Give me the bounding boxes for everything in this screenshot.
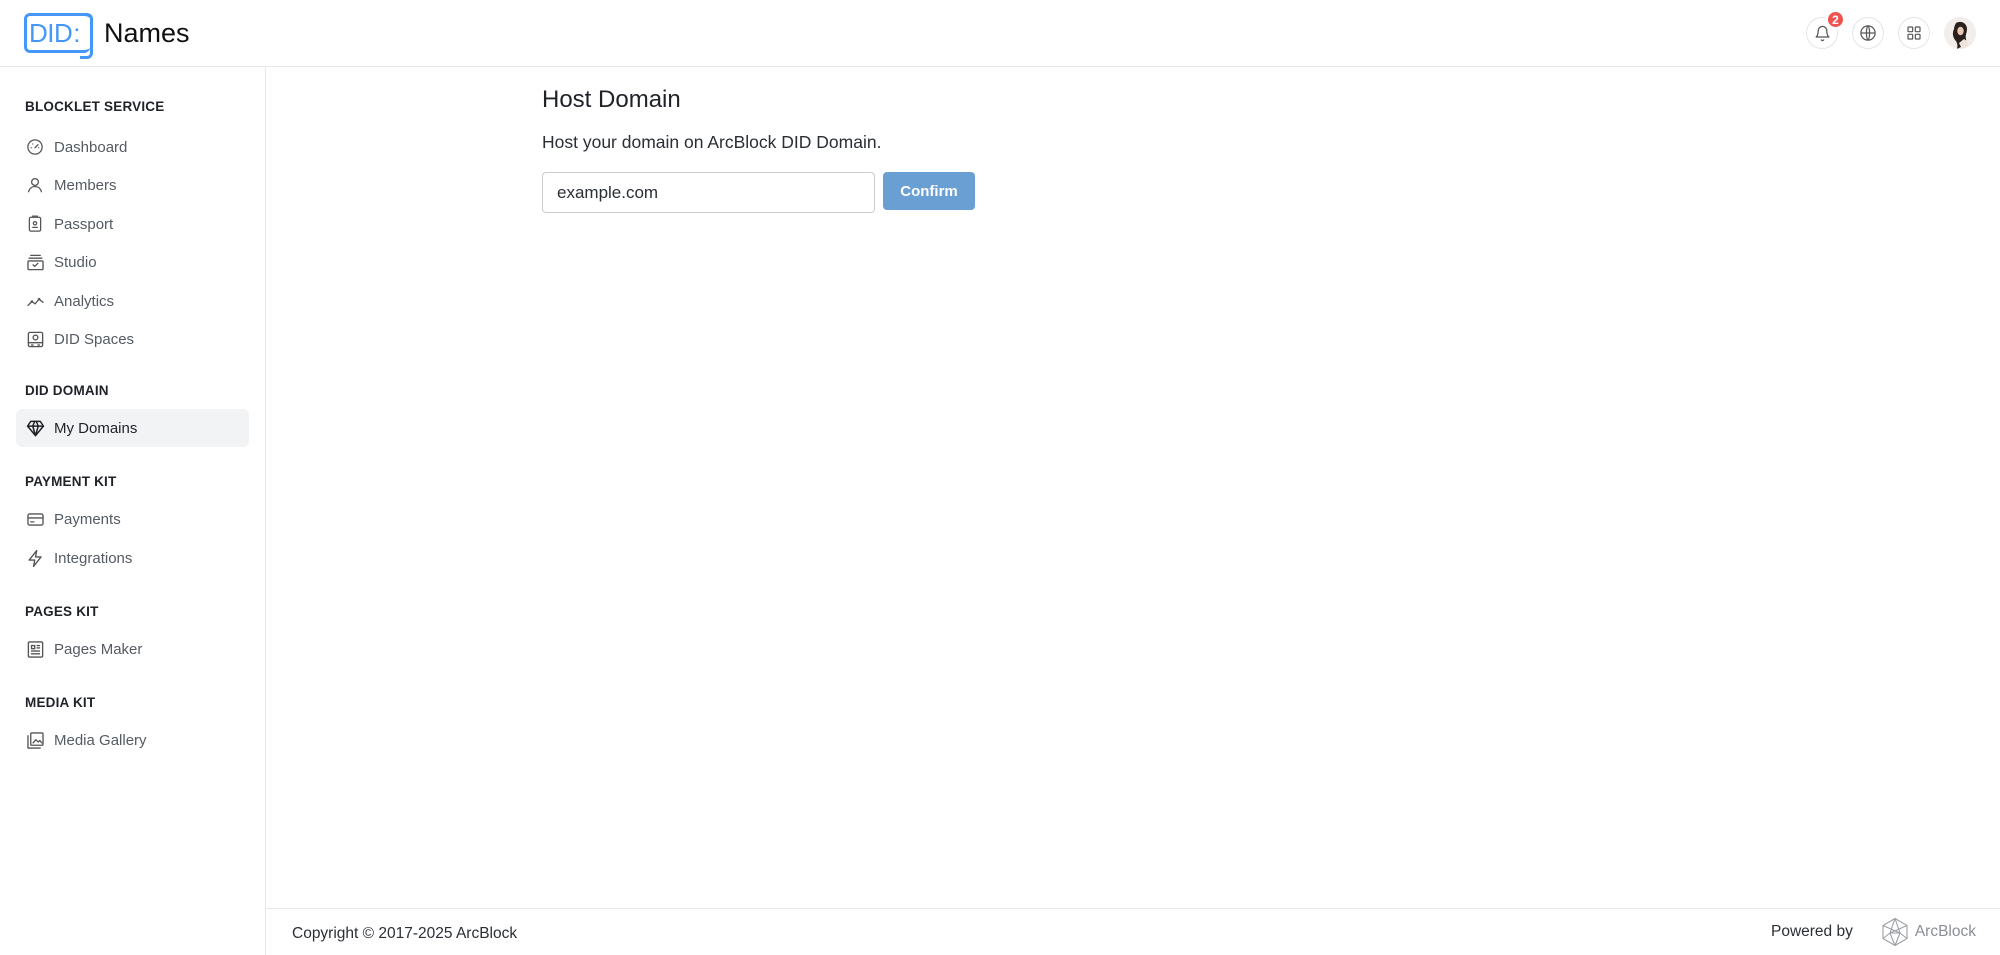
sidebar-item-studio[interactable]: Studio (16, 243, 249, 281)
sidebar-item-label: Pages Maker (54, 640, 143, 658)
section-title-payment-kit: PAYMENT KIT (25, 474, 117, 489)
sidebar-item-dashboard[interactable]: Dashboard (16, 128, 249, 166)
logo-text: DID (29, 17, 73, 48)
section-title-did-domain: DID DOMAIN (25, 383, 109, 398)
language-button[interactable] (1852, 17, 1884, 49)
app-title: Names (104, 17, 190, 48)
sidebar-item-label: Dashboard (54, 138, 128, 156)
sidebar-item-label: Analytics (54, 292, 115, 310)
sidebar-item-label: My Domains (54, 419, 138, 437)
avatar-image (1944, 17, 1976, 49)
apps-icon (1907, 26, 1921, 40)
sidebar-item-label: DID Spaces (54, 330, 135, 348)
copyright-text: Copyright © 2017-2025 ArcBlock (292, 925, 518, 942)
sidebar-item-my-domains[interactable]: My Domains (16, 409, 249, 447)
sidebar-item-pages-maker[interactable]: Pages Maker (16, 630, 249, 668)
powered-by: Powered by ArcBlock (1771, 917, 1976, 947)
page-title: Host Domain (542, 86, 681, 113)
sidebar-item-label: Payments (54, 510, 121, 528)
globe-icon (1860, 25, 1876, 41)
arcblock-icon (1882, 917, 1908, 947)
studio-icon (25, 252, 45, 272)
notifications-button[interactable]: 2 (1806, 10, 1845, 49)
section-title-media-kit: MEDIA KIT (25, 695, 96, 710)
powered-by-label: Powered by (1770, 923, 1853, 940)
domain-input[interactable] (542, 172, 875, 213)
did-logo-mark: DID: (24, 13, 94, 59)
top-header: DID: Names 2 (0, 0, 2000, 67)
analytics-icon (25, 291, 45, 311)
header-actions: 2 (1806, 10, 1976, 49)
bell-icon (1814, 25, 1830, 41)
sidebar-item-label: Studio (54, 253, 97, 271)
arcblock-logo[interactable]: ArcBlock (1881, 917, 1976, 947)
sidebar-item-label: Members (54, 176, 117, 194)
section-title-pages-kit: PAGES KIT (25, 604, 99, 619)
sidebar-item-members[interactable]: Members (16, 166, 249, 204)
sidebar-item-did-spaces[interactable]: DID Spaces (16, 320, 249, 358)
sidebar-item-label: Media Gallery (54, 731, 147, 749)
footer: Copyright © 2017-2025 ArcBlock Powered b… (266, 908, 2000, 955)
gauge-icon (25, 137, 45, 157)
bolt-icon (25, 548, 45, 568)
user-icon (25, 175, 45, 195)
spaces-icon (25, 329, 45, 349)
section-title-blocklet-service: BLOCKLET SERVICE (25, 99, 165, 114)
notification-badge: 2 (1826, 10, 1845, 29)
sidebar-item-integrations[interactable]: Integrations (16, 539, 249, 577)
logo-colon: : (73, 17, 81, 48)
sidebar-item-label: Integrations (54, 549, 133, 567)
pages-icon (25, 639, 45, 659)
sidebar: BLOCKLET SERVICE Dashboard Members Passp… (0, 67, 266, 955)
user-avatar[interactable] (1944, 17, 1976, 49)
passport-icon (25, 214, 45, 234)
sidebar-item-media-gallery[interactable]: Media Gallery (16, 721, 249, 759)
sidebar-item-analytics[interactable]: Analytics (16, 282, 249, 320)
confirm-button[interactable]: Confirm (883, 172, 975, 210)
sidebar-item-passport[interactable]: Passport (16, 205, 249, 243)
apps-button[interactable] (1898, 17, 1930, 49)
page-description: Host your domain on ArcBlock DID Domain. (542, 132, 882, 152)
diamond-icon (25, 418, 45, 438)
gallery-icon (25, 730, 45, 750)
arcblock-brand: ArcBlock (1914, 923, 1976, 940)
sidebar-item-label: Passport (54, 215, 114, 233)
card-icon (25, 509, 45, 529)
sidebar-item-payments[interactable]: Payments (16, 500, 249, 538)
app-logo[interactable]: DID: Names (24, 13, 190, 59)
